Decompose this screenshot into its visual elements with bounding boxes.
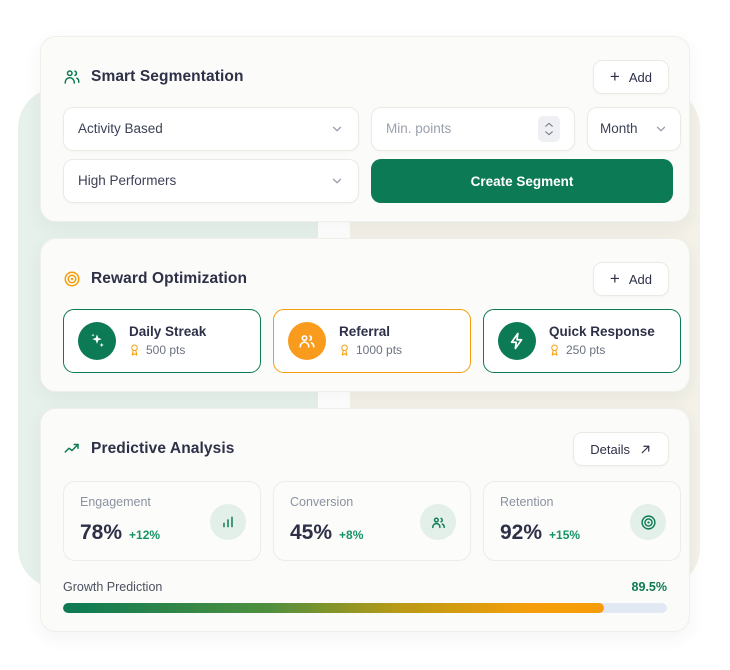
quantity-stepper[interactable] (538, 116, 560, 142)
segmentation-title: Smart Segmentation (91, 68, 244, 85)
segment-type-select[interactable]: Activity Based (63, 107, 359, 151)
progress-value: 89.5% (631, 580, 667, 594)
arrow-up-right-icon (639, 443, 652, 456)
reward-card-referral[interactable]: Referral 1000 pts (273, 309, 471, 373)
progress-track (63, 602, 667, 613)
metric-card-retention: Retention 92% +15% (483, 481, 681, 561)
rewards-header: Reward Optimization + Add (63, 261, 669, 297)
metric-delta: +8% (339, 527, 364, 542)
reward-name: Referral (339, 323, 391, 339)
reward-text-group: Quick Response 250 pts (549, 323, 655, 357)
reward-points-group: 250 pts (549, 342, 655, 357)
plus-icon: + (609, 269, 620, 288)
rewards-title: Reward Optimization (91, 270, 248, 287)
predictive-title: Predictive Analysis (91, 440, 235, 457)
users-icon (420, 504, 456, 540)
metric-delta: +15% (549, 527, 581, 542)
segmentation-form-row-1: Activity Based Min. points Month (63, 107, 681, 151)
details-button[interactable]: Details (573, 432, 669, 466)
reward-points-group: 500 pts (129, 342, 206, 357)
min-points-input[interactable]: Min. points (371, 107, 575, 151)
chevron-down-icon (654, 122, 668, 136)
segmentation-form-row-2: High Performers Create Segment (63, 159, 673, 203)
lightning-icon (498, 322, 536, 360)
segment-type-value: Activity Based (78, 121, 163, 137)
metric-value: 92% (500, 520, 543, 544)
smart-segmentation-card: Smart Segmentation + Add Activity Based … (40, 36, 690, 222)
segment-tier-select[interactable]: High Performers (63, 159, 359, 203)
segmentation-header: Smart Segmentation + Add (63, 59, 669, 95)
segment-tier-value: High Performers (78, 173, 177, 189)
reward-text-group: Daily Streak 500 pts (129, 323, 207, 357)
reward-card-quick-response[interactable]: Quick Response 250 pts (483, 309, 681, 373)
target-icon (630, 504, 666, 540)
details-label: Details (590, 441, 630, 457)
period-select[interactable]: Month (587, 107, 681, 151)
reward-points: 1000 pts (356, 342, 403, 357)
reward-optimization-card: Reward Optimization + Add Daily Streak 5… (40, 238, 690, 392)
trend-up-icon (63, 440, 81, 458)
metric-card-conversion: Conversion 45% +8% (273, 481, 471, 561)
bar-chart-icon (210, 504, 246, 540)
progress-header: Growth Prediction 89.5% (63, 581, 667, 594)
dashboard-stage: Smart Segmentation + Add Activity Based … (0, 0, 730, 670)
segmentation-add-button[interactable]: + Add (592, 60, 669, 94)
rewards-add-label: Add (628, 271, 652, 287)
segmentation-title-group: Smart Segmentation (63, 68, 244, 86)
target-icon (63, 270, 81, 288)
metric-value: 45% (290, 520, 333, 544)
min-points-placeholder: Min. points (386, 121, 452, 137)
predictive-analysis-card: Predictive Analysis Details Engagement 7… (40, 408, 690, 632)
metric-value: 78% (80, 520, 123, 544)
medal-icon (341, 344, 348, 356)
chevron-down-icon (330, 122, 344, 136)
predictive-title-group: Predictive Analysis (63, 440, 234, 458)
predictive-header: Predictive Analysis Details (63, 431, 669, 467)
plus-icon: + (609, 67, 620, 86)
growth-prediction-progress: Growth Prediction 89.5% (63, 581, 667, 613)
reward-list: Daily Streak 500 pts Referral 1000 pts Q… (63, 309, 681, 373)
reward-points-group: 1000 pts (339, 342, 403, 357)
metric-delta: +12% (129, 527, 161, 542)
reward-points: 500 pts (146, 342, 186, 357)
chevron-down-icon (330, 174, 344, 188)
reward-points: 250 pts (566, 342, 606, 357)
create-segment-button[interactable]: Create Segment (371, 159, 673, 203)
reward-name: Quick Response (549, 323, 655, 339)
metric-card-engagement: Engagement 78% +12% (63, 481, 261, 561)
reward-card-daily-streak[interactable]: Daily Streak 500 pts (63, 309, 261, 373)
reward-text-group: Referral 1000 pts (339, 323, 403, 357)
reward-name: Daily Streak (129, 323, 207, 339)
period-value: Month (600, 121, 638, 137)
medal-icon (551, 344, 558, 356)
users-icon (288, 322, 326, 360)
rewards-add-button[interactable]: + Add (592, 262, 669, 296)
users-icon (63, 68, 81, 86)
sparkles-icon (78, 322, 116, 360)
segmentation-add-label: Add (628, 69, 652, 85)
progress-label: Growth Prediction (63, 580, 163, 594)
medal-icon (131, 344, 138, 356)
metric-list: Engagement 78% +12% Conversion 45% +8% R… (63, 481, 681, 561)
rewards-title-group: Reward Optimization (63, 270, 247, 288)
progress-fill (63, 602, 604, 613)
